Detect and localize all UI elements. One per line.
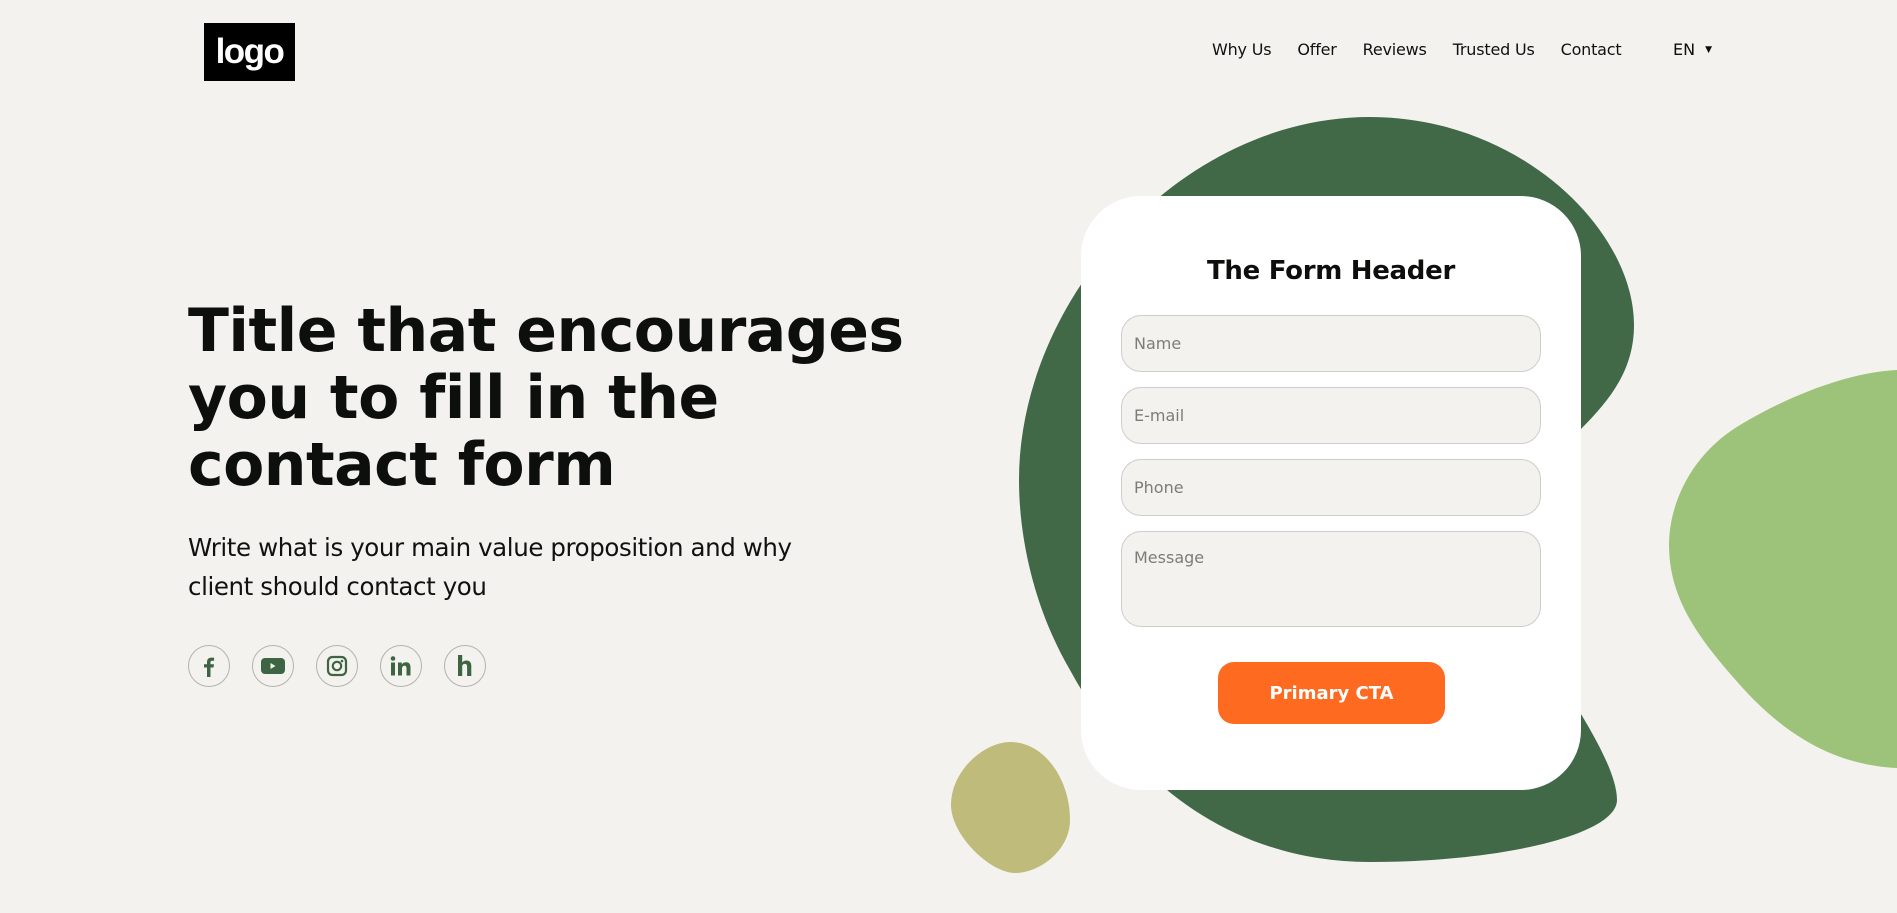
email-input[interactable] — [1121, 387, 1541, 444]
main-nav: Why Us Offer Reviews Trusted Us Contact — [1212, 40, 1647, 59]
phone-input[interactable] — [1121, 459, 1541, 516]
youtube-link[interactable] — [252, 645, 294, 687]
houzz-icon — [458, 655, 472, 676]
nav-why-us[interactable]: Why Us — [1212, 40, 1272, 59]
facebook-link[interactable] — [188, 645, 230, 687]
message-textarea[interactable] — [1121, 531, 1541, 627]
youtube-icon — [261, 658, 285, 674]
nav-reviews[interactable]: Reviews — [1363, 40, 1427, 59]
nav-trusted-us[interactable]: Trusted Us — [1453, 40, 1535, 59]
caret-down-icon: ▼ — [1705, 44, 1712, 55]
houzz-link[interactable] — [444, 645, 486, 687]
form-header: The Form Header — [1207, 256, 1455, 286]
primary-cta-button[interactable]: Primary CTA — [1218, 662, 1445, 724]
instagram-icon — [326, 655, 348, 677]
nav-contact[interactable]: Contact — [1561, 40, 1622, 59]
linkedin-link[interactable] — [380, 645, 422, 687]
facebook-icon — [204, 657, 215, 677]
social-links — [188, 645, 508, 687]
linkedin-icon — [390, 656, 411, 676]
nav-offer[interactable]: Offer — [1297, 40, 1336, 59]
logo[interactable]: logo — [204, 23, 295, 81]
contact-form-card: The Form Header Primary CTA — [1081, 196, 1581, 790]
language-label: EN — [1673, 40, 1696, 59]
language-selector[interactable]: EN ▼ — [1673, 40, 1712, 59]
hero-subtitle: Write what is your main value propositio… — [188, 533, 792, 601]
name-input[interactable] — [1121, 315, 1541, 372]
olive-blob — [951, 742, 1070, 873]
light-green-blob — [1669, 370, 1897, 768]
instagram-link[interactable] — [316, 645, 358, 687]
hero-title: Title that encourages you to fill in the… — [188, 296, 904, 500]
